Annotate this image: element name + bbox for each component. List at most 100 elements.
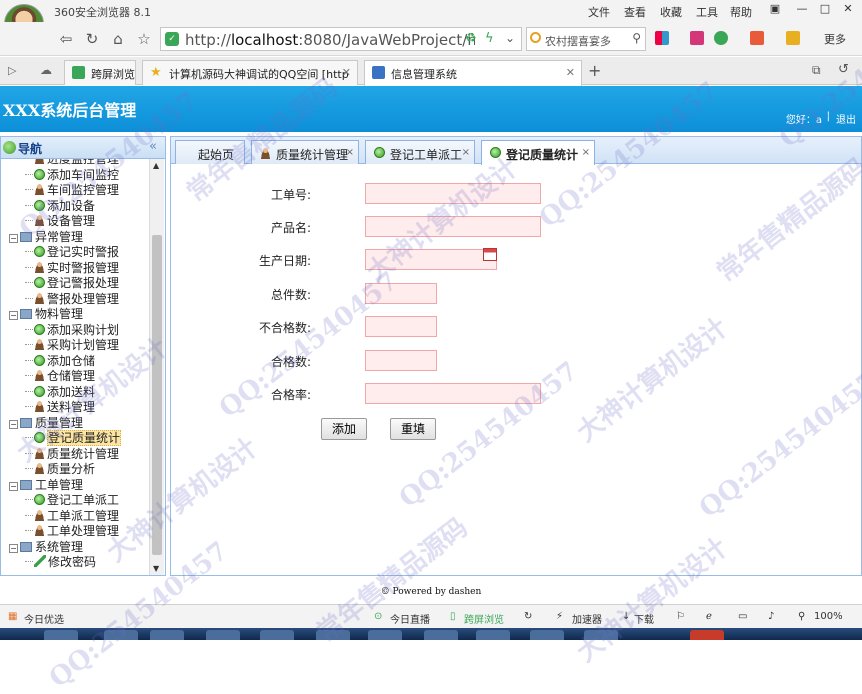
close-tab-icon[interactable]: × <box>582 147 590 158</box>
home-icon[interactable]: ⌂ <box>108 29 128 49</box>
cloud-icon[interactable]: ☁ <box>40 63 52 77</box>
nav-item[interactable]: 工单处理管理 <box>25 523 119 539</box>
url-input[interactable]: ✓ http://localhost:8080/JavaWebProject/m… <box>160 27 522 51</box>
nav-item[interactable]: 添加仓储 <box>25 353 95 369</box>
status-live[interactable]: 今日直播 <box>390 611 430 626</box>
nav-scrollbar[interactable]: ▲ ▼ <box>149 159 164 575</box>
nav-item[interactable]: 添加设备 <box>25 198 95 214</box>
refresh-status-icon[interactable]: ↻ <box>524 611 532 622</box>
new-tab-icon[interactable]: + <box>588 61 601 80</box>
expand-toggle-icon[interactable]: − <box>9 419 18 429</box>
menu-tools[interactable]: 工具 <box>696 4 718 20</box>
logout-link[interactable]: 退出 <box>836 111 856 126</box>
recycle-icon[interactable]: ♻ <box>465 31 477 46</box>
taskbar-item[interactable] <box>584 630 618 640</box>
minimize-icon[interactable]: — <box>792 2 812 18</box>
lightning-icon[interactable]: ϟ <box>485 31 494 46</box>
expand-toggle-icon[interactable]: − <box>9 543 18 553</box>
nav-item[interactable]: − 工单管理 <box>9 477 83 493</box>
expand-toggle-icon[interactable]: − <box>9 233 18 243</box>
content-tab[interactable]: 登记质量统计 × <box>481 140 595 165</box>
nav-item[interactable]: 登记警报处理 <box>25 275 119 291</box>
menu-view[interactable]: 查看 <box>624 4 646 20</box>
scroll-up-icon[interactable]: ▲ <box>153 161 159 170</box>
nav-item[interactable]: 车间监控管理 <box>25 182 119 198</box>
taskbar-item[interactable] <box>424 630 458 640</box>
menu-favorites[interactable]: 收藏 <box>660 4 682 20</box>
nav-item[interactable]: − 物料管理 <box>9 306 83 322</box>
zoom-level[interactable]: 100% <box>814 611 843 622</box>
content-tab[interactable]: 起始页 <box>175 140 245 164</box>
search-icon[interactable]: ⚲ <box>632 31 641 45</box>
refresh-icon[interactable]: ↻ <box>82 29 102 49</box>
taskbar-item[interactable] <box>44 630 78 640</box>
speaker-icon[interactable]: ♪ <box>768 611 774 622</box>
apps-icon[interactable] <box>655 31 669 45</box>
close-icon[interactable]: ✕ <box>838 2 858 18</box>
content-tab[interactable]: 质量统计管理 × <box>251 140 359 164</box>
nav-item[interactable]: 添加采购计划 <box>25 322 119 338</box>
content-tab[interactable]: 登记工单派工 × <box>365 140 475 164</box>
pass-rate-field[interactable] <box>365 383 541 404</box>
status-cross-screen[interactable]: 跨屏浏览 <box>464 611 504 626</box>
qualified-count-field[interactable] <box>365 350 437 371</box>
more-menu[interactable]: 更多 <box>824 31 846 47</box>
nav-item[interactable]: 登记工单派工 <box>25 492 119 508</box>
production-date-field[interactable] <box>365 249 497 270</box>
product-name-field[interactable] <box>365 216 541 237</box>
calendar-picker-icon[interactable] <box>483 248 497 261</box>
close-tab-icon[interactable]: × <box>346 147 354 158</box>
close-tab-icon[interactable]: × <box>462 147 470 158</box>
safety-icon[interactable] <box>714 31 728 45</box>
nav-item[interactable]: 质量统计管理 <box>25 446 119 462</box>
taskbar-item[interactable] <box>206 630 240 640</box>
tab-list-icon[interactable]: ⧉ <box>812 63 821 78</box>
reset-button[interactable]: 重填 <box>390 418 436 440</box>
star-icon[interactable]: ☆ <box>134 29 154 49</box>
nav-item[interactable]: − 质量管理 <box>9 415 83 431</box>
add-button[interactable]: 添加 <box>321 418 367 440</box>
scrollbar-thumb[interactable] <box>152 235 162 555</box>
tab-info-management[interactable]: 信息管理系统 ✕ <box>364 60 582 86</box>
nav-item[interactable]: 实时警报管理 <box>25 260 119 276</box>
download-icon[interactable]: ↓ <box>622 611 630 622</box>
nav-item[interactable]: 登记质量统计 <box>25 430 122 446</box>
flag-icon[interactable]: ⚐ <box>676 611 685 622</box>
status-accelerator[interactable]: 加速器 <box>572 611 602 626</box>
taskbar-item[interactable] <box>476 630 510 640</box>
defect-count-field[interactable] <box>365 316 437 337</box>
nav-item[interactable]: 工单派工管理 <box>25 508 119 524</box>
search-input[interactable]: 农村摆喜宴多 ⚲ <box>526 27 646 51</box>
nav-item[interactable]: − 系统管理 <box>9 539 83 555</box>
translate-icon[interactable] <box>750 31 764 45</box>
gift-icon[interactable] <box>690 31 704 45</box>
nav-item[interactable]: 送料管理 <box>25 399 95 415</box>
nav-item[interactable]: 质量分析 <box>25 461 95 477</box>
taskbar-item[interactable] <box>104 630 138 640</box>
taskbar-item[interactable] <box>260 630 294 640</box>
taskbar-item[interactable] <box>368 630 402 640</box>
taskbar-item[interactable] <box>530 630 564 640</box>
expand-toggle-icon[interactable]: − <box>9 481 18 491</box>
menu-file[interactable]: 文件 <box>588 4 610 20</box>
nav-item[interactable]: − 异常管理 <box>9 229 83 245</box>
zoom-icon[interactable]: ⚲ <box>798 611 805 622</box>
tab-qq-space[interactable]: ★ 计算机源码大神调试的QQ空间 [http ✕ <box>142 60 358 85</box>
tab-cross-screen[interactable]: 跨屏浏览 <box>64 60 136 85</box>
chevron-down-icon[interactable]: ⌄ <box>505 31 515 45</box>
nav-item[interactable]: 登记实时警报 <box>25 244 119 260</box>
window-icon[interactable]: ▭ <box>738 611 747 622</box>
taskbar-item[interactable] <box>316 630 350 640</box>
nav-item[interactable]: 仓储管理 <box>25 368 95 384</box>
status-daily-picks[interactable]: 今日优选 <box>24 611 64 626</box>
close-tab-icon[interactable]: ✕ <box>342 66 351 79</box>
scroll-down-icon[interactable]: ▼ <box>153 564 159 573</box>
sidebar-toggle-icon[interactable]: ▷ <box>8 64 16 77</box>
collapse-icon[interactable]: « <box>149 139 157 154</box>
nav-item[interactable]: 添加送料 <box>25 384 95 400</box>
ie-icon[interactable]: ℯ <box>706 611 712 622</box>
maximize-icon[interactable]: □ <box>815 2 835 18</box>
nav-item[interactable]: 警报处理管理 <box>25 291 119 307</box>
calendar-icon[interactable]: ▦ <box>8 611 17 622</box>
back-icon[interactable]: ⇦ <box>56 29 76 49</box>
